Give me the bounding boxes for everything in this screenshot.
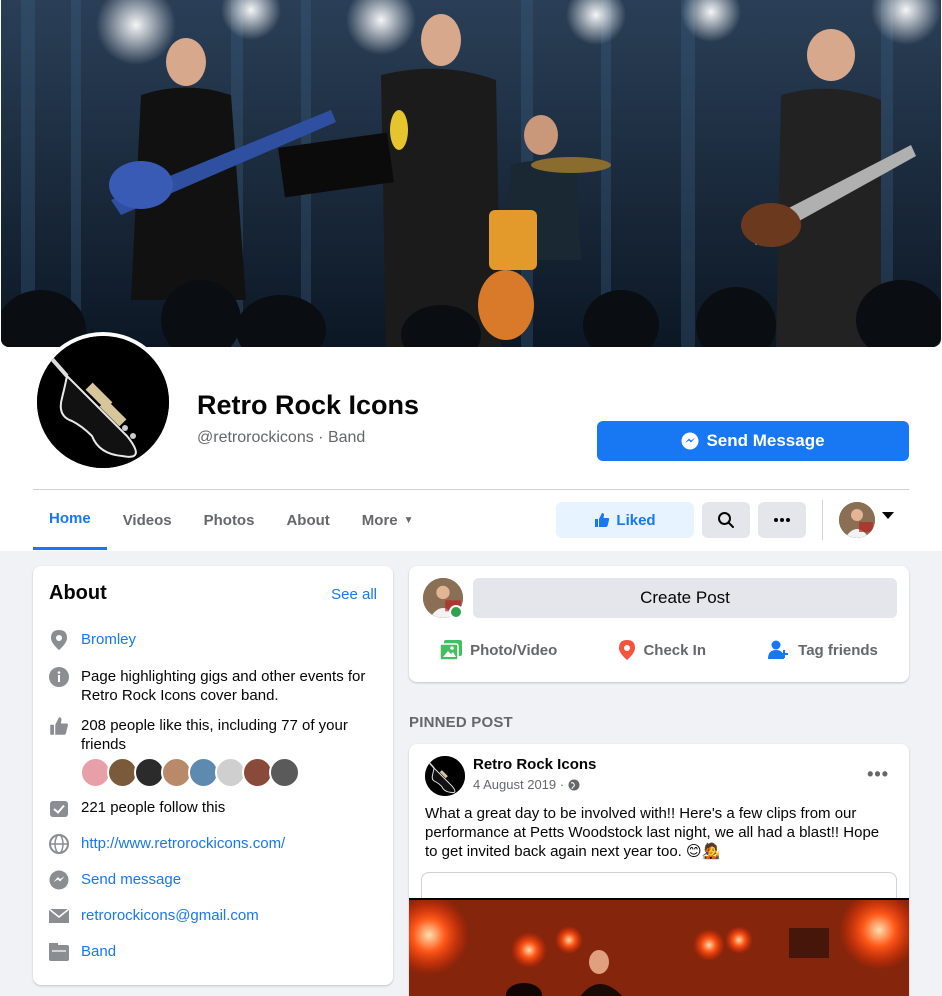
photo-video-button[interactable]: Photo/Video	[440, 632, 557, 668]
about-location[interactable]: Bromley	[81, 630, 136, 649]
about-category[interactable]: Band	[81, 942, 116, 961]
tab-videos[interactable]: Videos	[107, 490, 188, 550]
liked-label: Liked	[616, 511, 656, 529]
page-title: Retro Rock Icons	[197, 390, 420, 420]
more-options-button[interactable]	[758, 502, 806, 538]
messenger-icon	[681, 432, 699, 450]
ellipsis-icon	[774, 518, 790, 522]
composer-actions: Photo/Video Check In Tag friends	[409, 632, 909, 668]
about-website-row: http://www.retrorockicons.com/	[49, 834, 379, 854]
category-tag-icon	[49, 942, 69, 962]
friend-avatar-more[interactable]	[269, 757, 300, 788]
tab-photos[interactable]: Photos	[188, 490, 271, 550]
post-author-avatar[interactable]	[425, 756, 465, 796]
about-description: Page highlighting gigs and other events …	[81, 668, 366, 704]
tab-home[interactable]: Home	[33, 490, 107, 550]
envelope-icon	[49, 906, 69, 926]
info-icon	[49, 667, 69, 687]
create-post-card: Create Post Photo/Video Check In Tag fri…	[409, 566, 909, 682]
acting-as-avatar[interactable]	[839, 502, 875, 538]
account-switch-caret-icon[interactable]	[882, 512, 894, 519]
about-send-message-row: Send message	[49, 870, 379, 890]
tab-about[interactable]: About	[270, 490, 345, 550]
pinned-post-card: Retro Rock Icons 4 August 2019 · ••• Wha…	[409, 744, 909, 996]
guitar-logo-icon	[425, 756, 465, 796]
guitar-logo-icon	[37, 336, 169, 468]
follow-check-icon	[49, 798, 69, 818]
globe-icon	[568, 779, 580, 790]
concert-video-thumbnail	[409, 900, 909, 996]
page-profile-picture[interactable]	[33, 332, 173, 472]
post-options-icon[interactable]: •••	[867, 764, 889, 785]
create-post-button[interactable]: Create Post	[473, 578, 897, 618]
tab-more[interactable]: More ▼	[346, 490, 430, 550]
photo-icon	[440, 640, 463, 660]
about-likes-row: 208 people like this, including 77 of yo…	[49, 716, 379, 754]
action-separator	[822, 500, 823, 540]
about-website-link[interactable]: http://www.retrorockicons.com/	[81, 834, 285, 853]
about-location-row: Bromley	[49, 630, 379, 650]
search-icon	[718, 512, 734, 528]
about-category-row: Band	[49, 942, 379, 962]
online-status-dot	[449, 605, 463, 619]
post-video[interactable]	[409, 898, 909, 996]
about-heading: About	[49, 582, 107, 604]
about-followers-row: 221 people follow this	[49, 798, 379, 818]
about-likes: 208 people like this, including 77 of yo…	[81, 717, 348, 753]
globe-icon	[49, 834, 69, 854]
send-message-label: Send Message	[706, 431, 825, 450]
check-in-button[interactable]: Check In	[619, 632, 706, 668]
tag-people-icon	[768, 640, 789, 659]
about-email-link[interactable]: retrorockicons@gmail.com	[81, 906, 259, 925]
check-in-label: Check In	[643, 641, 706, 659]
about-card: About See all Bromley Page highlighting …	[33, 566, 393, 985]
about-send-message-link[interactable]: Send message	[81, 870, 181, 889]
search-button[interactable]	[702, 502, 750, 538]
page-handle-category: @retrorockicons · Band	[197, 429, 366, 446]
location-pin-icon	[619, 640, 636, 660]
tag-friends-button[interactable]: Tag friends	[768, 632, 878, 668]
user-photo-icon	[839, 502, 875, 538]
friend-avatars	[80, 757, 300, 788]
send-message-button[interactable]: Send Message	[597, 421, 909, 461]
thumbs-up-icon	[595, 513, 610, 527]
post-author-name[interactable]: Retro Rock Icons	[473, 756, 596, 773]
about-description-row: Page highlighting gigs and other events …	[49, 667, 379, 705]
post-body: What a great day to be involved with!! H…	[425, 805, 880, 860]
cover-photo[interactable]	[1, 0, 941, 347]
caret-down-icon: ▼	[403, 514, 414, 526]
photo-video-label: Photo/Video	[470, 641, 558, 659]
messenger-icon	[49, 870, 69, 890]
tag-friends-label: Tag friends	[798, 641, 878, 659]
location-pin-icon	[49, 630, 69, 650]
about-email-row: retrorockicons@gmail.com	[49, 906, 379, 926]
pinned-post-heading: PINNED POST	[409, 714, 513, 731]
post-timestamp[interactable]: 4 August 2019 ·	[473, 777, 580, 792]
about-followers: 221 people follow this	[81, 799, 226, 816]
page-tabs: Home Videos Photos About More ▼	[33, 490, 430, 550]
tab-more-label: More	[361, 511, 398, 529]
post-date-text: 4 August 2019 ·	[473, 777, 565, 792]
liked-button[interactable]: Liked	[556, 502, 694, 538]
about-see-all-link[interactable]: See all	[331, 586, 377, 603]
thumbs-up-icon	[49, 716, 69, 736]
